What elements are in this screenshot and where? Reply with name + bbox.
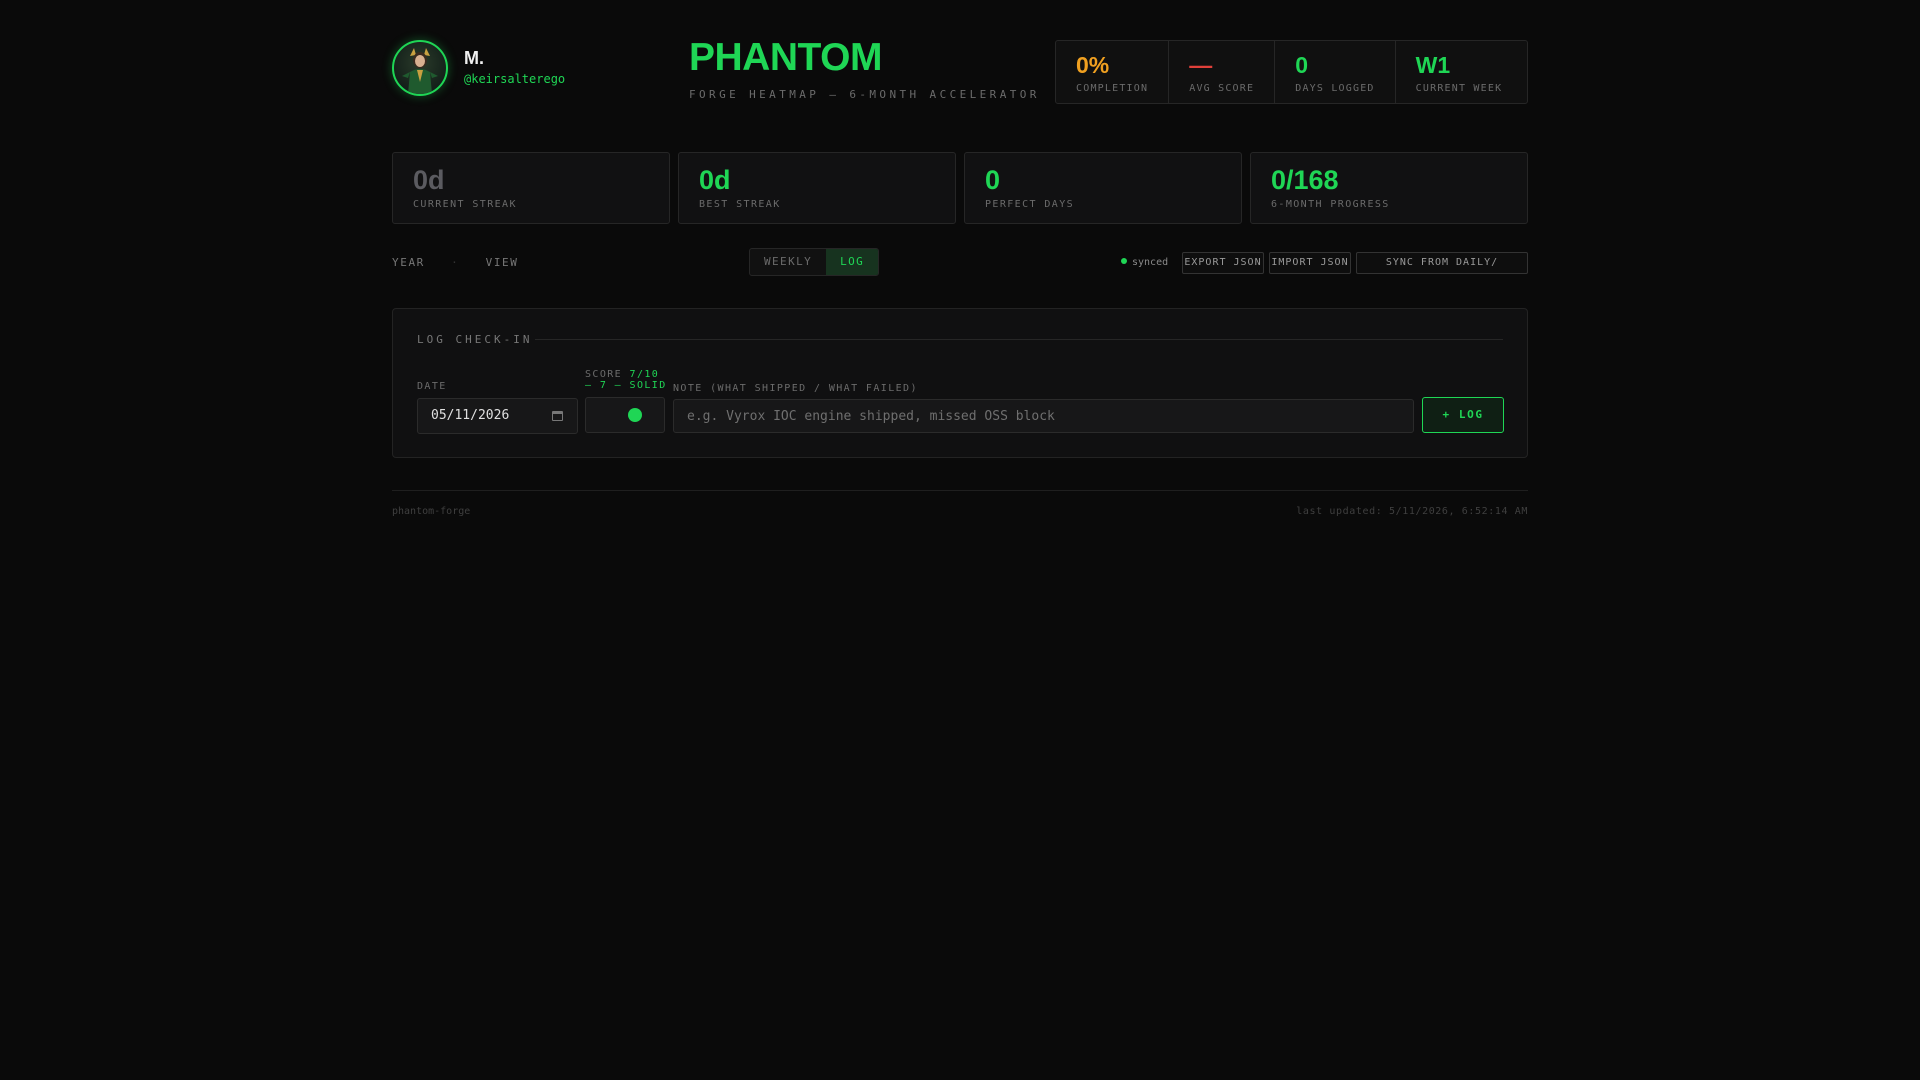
stat-label: PERFECT DAYS bbox=[985, 199, 1075, 210]
stat-label: 6-MONTH PROGRESS bbox=[1271, 199, 1390, 210]
score-value: 7/10 bbox=[629, 369, 660, 380]
footer-app-name: phantom-forge bbox=[392, 506, 471, 517]
view-nav: YEAR · VIEW bbox=[392, 256, 518, 269]
nav-view[interactable]: VIEW bbox=[486, 256, 519, 269]
calendar-icon[interactable] bbox=[552, 411, 563, 421]
stat-card-perfect-days: 0 PERFECT DAYS bbox=[964, 152, 1242, 224]
sync-status-text: synced bbox=[1132, 257, 1169, 268]
footer-divider bbox=[392, 490, 1528, 491]
import-json-button[interactable]: IMPORT JSON bbox=[1269, 252, 1351, 274]
date-value: 05/11/2026 bbox=[431, 408, 510, 423]
app-subtitle: FORGE HEATMAP — 6-MONTH ACCELERATOR bbox=[689, 88, 1040, 101]
sync-from-daily-button[interactable]: SYNC FROM DAILY/ bbox=[1356, 252, 1528, 274]
footer-last-updated: last updated: 5/11/2026, 6:52:14 AM bbox=[1296, 506, 1528, 517]
kpi-completion: 0% COMPLETION bbox=[1056, 41, 1170, 103]
stat-value: 0d bbox=[413, 165, 445, 195]
header: M. @keirsalterego PHANTOM FORGE HEATMAP … bbox=[392, 0, 1528, 120]
stat-cards: 0d CURRENT STREAK 0d BEST STREAK 0 PERFE… bbox=[392, 152, 1528, 224]
kpi-days-logged: 0 DAYS LOGGED bbox=[1275, 41, 1396, 103]
note-label: NOTE (WHAT SHIPPED / WHAT FAILED) bbox=[673, 383, 918, 394]
date-field[interactable]: 05/11/2026 bbox=[417, 398, 578, 434]
kpi-current-week: W1 CURRENT WEEK bbox=[1396, 41, 1523, 103]
export-json-button[interactable]: EXPORT JSON bbox=[1182, 252, 1264, 274]
kpi-label: COMPLETION bbox=[1076, 83, 1149, 94]
score-slider[interactable] bbox=[585, 397, 665, 433]
sync-status-dot-icon bbox=[1121, 258, 1127, 264]
app-title: PHANTOM bbox=[689, 36, 882, 79]
user-handle[interactable]: @keirsalterego bbox=[464, 72, 565, 86]
app-container: M. @keirsalterego PHANTOM FORGE HEATMAP … bbox=[392, 0, 1528, 517]
score-label: SCORE bbox=[585, 369, 623, 380]
nav-separator: · bbox=[451, 256, 460, 269]
stat-label: CURRENT STREAK bbox=[413, 199, 517, 210]
sync-status: synced bbox=[1121, 257, 1168, 268]
kpi-avg-score: — AVG SCORE bbox=[1169, 41, 1276, 103]
tab-weekly[interactable]: WEEKLY bbox=[750, 249, 826, 275]
stat-value: 0/168 bbox=[1271, 165, 1339, 195]
stat-card-current-streak: 0d CURRENT STREAK bbox=[392, 152, 670, 224]
stat-card-best-streak: 0d BEST STREAK bbox=[678, 152, 956, 224]
stat-card-6-month-progress: 0/168 6-MONTH PROGRESS bbox=[1250, 152, 1528, 224]
tab-log[interactable]: LOG bbox=[826, 249, 879, 275]
toolbar: YEAR · VIEW WEEKLY LOG synced EXPORT JSO… bbox=[392, 248, 1528, 276]
log-checkin-panel: LOG CHECK-IN DATE 05/11/2026 SCORE 7/10 … bbox=[392, 308, 1528, 458]
stat-value: 0d bbox=[699, 165, 731, 195]
user-name: M. bbox=[464, 48, 484, 68]
stat-value: 0 bbox=[985, 165, 1001, 195]
panel-title: LOG CHECK-IN bbox=[417, 333, 533, 346]
score-slider-handle[interactable] bbox=[628, 408, 642, 422]
panel-divider bbox=[535, 339, 1503, 340]
kpi-label: CURRENT WEEK bbox=[1415, 83, 1503, 94]
view-toggle: WEEKLY LOG bbox=[749, 248, 880, 276]
kpi-bar: 0% COMPLETION — AVG SCORE 0 DAYS LOGGED … bbox=[1055, 40, 1528, 104]
score-description: — 7 — SOLID bbox=[585, 380, 667, 391]
avatar-figure-icon bbox=[402, 48, 438, 94]
kpi-label: AVG SCORE bbox=[1189, 83, 1255, 94]
kpi-label: DAYS LOGGED bbox=[1295, 83, 1375, 94]
stat-label: BEST STREAK bbox=[699, 199, 781, 210]
nav-year[interactable]: YEAR bbox=[392, 256, 425, 269]
avatar bbox=[392, 40, 448, 96]
kpi-value: — bbox=[1189, 52, 1213, 78]
kpi-value: W1 bbox=[1415, 52, 1451, 78]
log-button[interactable]: + LOG bbox=[1422, 397, 1504, 433]
note-input[interactable] bbox=[673, 399, 1414, 433]
score-label-group: SCORE 7/10 — 7 — SOLID bbox=[585, 369, 667, 391]
date-label: DATE bbox=[417, 381, 447, 392]
kpi-value: 0% bbox=[1076, 52, 1110, 78]
kpi-value: 0 bbox=[1295, 52, 1309, 78]
